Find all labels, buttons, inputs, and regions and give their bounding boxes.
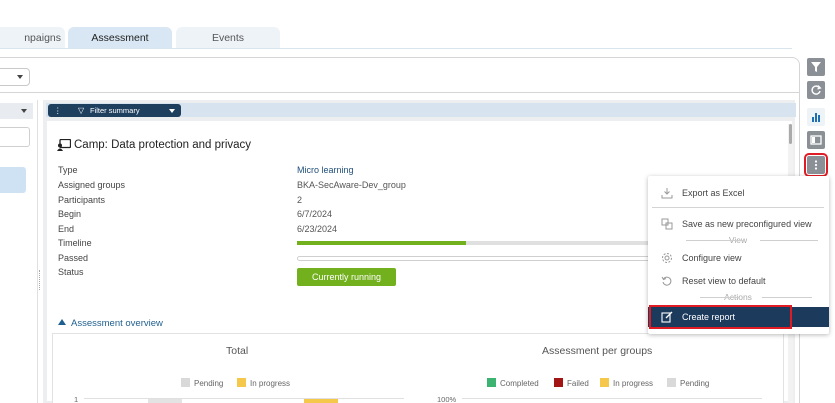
legend-swatch — [667, 378, 676, 387]
tab-divider — [0, 48, 792, 49]
legend-label: Completed — [500, 379, 539, 388]
label-end: End — [58, 224, 75, 234]
legend-failed[interactable]: Failed — [554, 378, 589, 388]
label-timeline: Timeline — [58, 238, 92, 248]
passed-bar — [297, 256, 657, 261]
assessment-overview-label: Assessment overview — [71, 318, 163, 329]
resize-handle[interactable] — [39, 270, 41, 290]
legend-swatch — [487, 378, 496, 387]
tab-campaigns[interactable]: npaigns — [0, 27, 65, 49]
sidebar-search-input[interactable] — [0, 127, 30, 147]
menu-item-label: Export as Excel — [682, 188, 745, 198]
legend-inprogress-total[interactable]: In progress — [237, 378, 290, 388]
legend-completed[interactable]: Completed — [487, 378, 539, 388]
panel-icon — [810, 135, 822, 145]
chevron-down-icon — [17, 75, 23, 79]
label-passed: Passed — [58, 253, 89, 263]
chart-bar-inprogress — [304, 399, 338, 403]
menu-section-view: View — [652, 234, 824, 246]
menu-item-reset-view[interactable]: Reset view to default — [648, 271, 829, 291]
reset-icon — [661, 276, 672, 286]
legend-pending-total[interactable]: Pending — [181, 378, 223, 388]
value-begin: 6/7/2024 — [297, 209, 333, 219]
value-assigned-groups: BKA-SecAware-Dev_group — [297, 180, 406, 190]
download-icon — [661, 188, 673, 199]
chart-groups-y-tick: 100% — [437, 395, 457, 403]
caret-down-icon — [169, 109, 175, 113]
sidebar-dropdown[interactable] — [0, 103, 33, 119]
refresh-icon — [811, 85, 822, 95]
value-type: Micro learning — [297, 165, 354, 175]
tab-assessment[interactable]: Assessment — [68, 27, 172, 49]
status-badge: Currently running — [297, 268, 396, 286]
filter-tool-button[interactable] — [807, 58, 825, 76]
legend-label: Pending — [194, 379, 224, 388]
sidebar-separator — [37, 100, 38, 403]
legend-label: In progress — [613, 379, 654, 388]
create-report-highlight — [649, 305, 792, 329]
value-end: 6/23/2024 — [297, 224, 338, 234]
tab-events[interactable]: Events — [176, 27, 280, 49]
legend-label: In progress — [250, 379, 291, 388]
campaign-title: Camp: Data protection and privacy — [74, 139, 252, 151]
panel-tool-button[interactable] — [807, 131, 825, 149]
legend-pending-groups[interactable]: Pending — [667, 378, 709, 388]
chart-total-title: Total — [226, 345, 249, 357]
top-dropdown[interactable] — [0, 68, 30, 86]
legend-swatch — [600, 378, 609, 387]
scrollbar-thumb[interactable] — [789, 124, 792, 144]
timeline-progress-fill — [297, 241, 466, 245]
chart-bar-pending — [148, 399, 182, 403]
gear-icon — [662, 253, 672, 263]
bar-chart-icon — [812, 113, 820, 122]
menu-item-configure-view[interactable]: Configure view — [648, 248, 829, 268]
section-line — [760, 240, 818, 241]
chevron-down-icon — [21, 109, 27, 113]
menu-item-label: Reset view to default — [682, 276, 766, 286]
section-line — [686, 240, 744, 241]
label-begin: Begin — [58, 209, 82, 219]
drag-dots-icon: ⋮ — [54, 106, 62, 115]
menu-item-label: Configure view — [682, 253, 742, 263]
legend-label: Pending — [680, 379, 710, 388]
legend-swatch — [554, 378, 563, 387]
funnel-icon: ▽ — [78, 106, 85, 115]
legend-inprogress-groups[interactable]: In progress — [600, 378, 653, 388]
menu-item-export-excel[interactable]: Export as Excel — [648, 183, 829, 203]
filter-summary-label: Filter summary — [90, 106, 140, 115]
assessment-overview-toggle[interactable]: Assessment overview — [58, 318, 163, 329]
chart-total-gridline — [84, 398, 404, 399]
triangle-up-icon — [58, 319, 66, 325]
legend-label: Failed — [567, 379, 589, 388]
chart-groups-title: Assessment per groups — [542, 345, 653, 357]
chart-tool-button[interactable] — [807, 108, 825, 126]
more-options-button[interactable] — [804, 153, 828, 177]
label-status: Status — [58, 267, 84, 277]
section-line — [700, 297, 740, 298]
chart-total-y-tick: 1 — [74, 395, 79, 403]
presentation-icon — [57, 139, 71, 151]
menu-section-actions: Actions — [652, 291, 824, 303]
panel-divider — [0, 92, 799, 93]
section-line — [762, 297, 812, 298]
refresh-tool-button[interactable] — [807, 81, 825, 99]
filter-summary-button[interactable]: ⋮ ▽ Filter summary — [48, 104, 181, 117]
copy-view-icon — [661, 218, 673, 230]
menu-item-label: Save as new preconfigured view — [682, 219, 812, 229]
label-participants: Participants — [58, 195, 106, 205]
filter-icon — [811, 62, 821, 72]
value-participants: 2 — [297, 195, 303, 205]
legend-swatch — [181, 378, 190, 387]
menu-item-save-view[interactable]: Save as new preconfigured view — [648, 214, 829, 234]
more-vertical-icon — [814, 160, 818, 170]
label-type: Type — [58, 165, 78, 175]
legend-swatch — [237, 378, 246, 387]
charts-panel — [52, 333, 784, 403]
sidebar-selected-item[interactable] — [0, 167, 26, 193]
menu-divider — [652, 207, 824, 208]
chart-groups-gridline — [462, 398, 762, 399]
label-assigned-groups: Assigned groups — [58, 180, 126, 190]
